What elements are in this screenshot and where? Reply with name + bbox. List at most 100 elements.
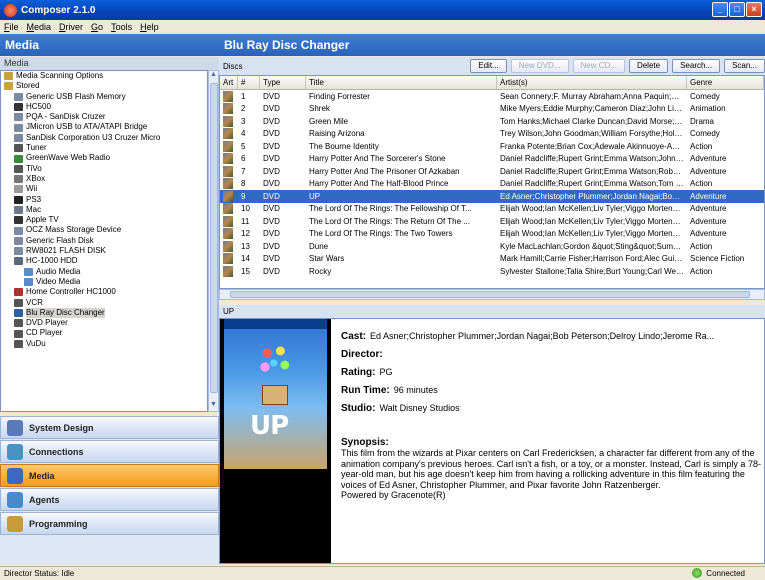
nav-connections[interactable]: Connections [0,440,219,463]
menu-go[interactable]: Go [91,22,103,32]
tree-item[interactable]: DVD Player [1,318,207,328]
tree-item[interactable]: Tuner [1,143,207,153]
tree-item[interactable]: Video Media [1,277,207,287]
minimize-button[interactable]: _ [712,2,728,17]
nav-agents[interactable]: Agents [0,488,219,511]
tree-item[interactable]: Wii [1,184,207,194]
tree-item-label: Audio Media [36,266,81,276]
table-row[interactable]: 9 DVD UP Ed Asner;Christopher Plummer;Jorda… [220,190,764,203]
art-cell [220,253,238,265]
tree-item[interactable]: CD Player [1,328,207,338]
column-header[interactable]: Art [220,76,238,89]
table-row[interactable]: 7 DVD Harry Potter And The Prisoner Of Azk… [220,165,764,178]
tree-item[interactable]: GreenWave Web Radio [1,153,207,163]
edit-button[interactable]: Edit... [470,59,507,73]
column-header[interactable]: Artist(s) [497,76,687,89]
table-row[interactable]: 15 DVD Rocky Sylvester Stallone;Talia Shire… [220,265,764,278]
tree-item[interactable]: Generic USB Flash Memory [1,92,207,102]
tree-item[interactable]: Generic Flash Disk [1,236,207,246]
tree-item[interactable]: HC-1000 HDD [1,256,207,266]
delete-button[interactable]: Delete [628,59,669,73]
table-row[interactable]: 11 DVD The Lord Of The Rings: The Return O… [220,215,764,228]
cd-icon [14,329,23,338]
table-hscrollbar[interactable] [219,289,765,300]
runtime-label: Run Time: [341,385,390,396]
tree-item[interactable]: VCR [1,298,207,308]
table-row[interactable]: 5 DVD The Bourne Identity Franka Potente;Br… [220,140,764,153]
table-row[interactable]: 1 DVD Finding Forrester Sean Connery;F. Mur… [220,90,764,103]
table-row[interactable]: 4 DVD Raising Arizona Trey Wilson;John Good… [220,128,764,141]
tree-item[interactable]: RW8021 FLASH DISK [1,246,207,256]
cover-thumbnail [223,228,233,240]
row-number: 6 [241,154,246,164]
cover-thumbnail [223,240,233,252]
scan-button[interactable]: Scan... [724,59,765,73]
row-type: DVD [263,166,280,176]
tree-item-label: Stored [16,81,40,91]
column-header[interactable]: Title [306,76,497,89]
status-bar: Director Status: Idle Connected [0,566,765,580]
tree-item[interactable]: SanDisk Corporation U3 Cruzer Micro [1,133,207,143]
hscroll-thumb[interactable] [230,291,750,298]
discs-table[interactable]: Art # Type Title Artist(s) Genre 1 DVD Finding … [219,75,765,289]
art-cell [220,153,238,165]
table-row[interactable]: 3 DVD Green Mile Tom Hanks;Michael Clarke D… [220,115,764,128]
tree-scroll-thumb[interactable] [210,83,218,393]
tree-item[interactable]: VuDu [1,339,207,349]
tree-item[interactable]: HC500 [1,102,207,112]
nav-media[interactable]: Media [0,464,219,487]
menu-driver[interactable]: Driver [59,22,83,32]
tree-item[interactable]: PQA - SanDisk Cruzer [1,112,207,122]
cover-thumbnail [223,203,233,215]
menu-help[interactable]: Help [140,22,159,32]
scroll-down-icon[interactable]: ▼ [209,401,218,411]
tree-item-label: CD Player [26,328,63,338]
menu-media[interactable]: Media [27,22,52,32]
tree-item-label: SanDisk Corporation U3 Cruzer Micro [26,132,161,142]
new-dvd-button[interactable]: New DVD... [510,59,569,73]
table-row[interactable]: 8 DVD Harry Potter And The Half-Blood Prin… [220,178,764,191]
search-button[interactable]: Search... [672,59,721,73]
cover-thumbnail [223,103,233,115]
tree-item[interactable]: JMicron USB to ATA/ATAPI Bridge [1,122,207,132]
table-row[interactable]: 13 DVD Dune Kyle MacLachlan;Gordon &quot;St… [220,240,764,253]
close-button[interactable]: × [746,2,762,17]
maximize-button[interactable]: □ [729,2,745,17]
menu-file[interactable]: File [4,22,19,32]
tree-item[interactable]: TiVo [1,164,207,174]
tree-scrollbar[interactable]: ▲ ▼ [208,70,219,412]
row-artist: Sean Connery;F. Murray Abraham;Anna Paqu… [500,91,687,101]
new-cd-button[interactable]: New CD... [572,59,625,73]
tree-item[interactable]: OCZ Mass Storage Device [1,225,207,235]
cover-thumbnail [223,265,233,277]
tree-item[interactable]: Audio Media [1,267,207,277]
tree-item[interactable]: Stored [1,81,207,91]
nav-system-design[interactable]: System Design [0,416,219,439]
window-title: Composer 2.1.0 [21,4,96,16]
menu-tools[interactable]: Tools [111,22,132,32]
column-header[interactable]: # [238,76,260,89]
table-row[interactable]: 10 DVD The Lord Of The Rings: The Fellowsh… [220,203,764,216]
tree-item[interactable]: XBox [1,174,207,184]
table-row[interactable]: 12 DVD The Lord Of The Rings: The Two Towe… [220,228,764,241]
media-tree[interactable]: Media Scanning Options Stored Generic USB … [0,70,208,412]
tree-item[interactable]: Home Controller HC1000 [1,287,207,297]
column-header[interactable]: Genre [687,76,764,89]
tree-item[interactable]: Media Scanning Options [1,71,207,81]
menu-bar: File Media Driver Go Tools Help [0,20,765,34]
tree-item[interactable]: Apple TV [1,215,207,225]
cover-thumbnail [223,90,233,102]
nav-programming[interactable]: Programming [0,512,219,535]
table-row[interactable]: 2 DVD Shrek Mike Myers;Eddie Murphy;Cameron… [220,103,764,116]
art-cell [220,203,238,215]
scroll-up-icon[interactable]: ▲ [209,71,218,81]
programming-icon [7,515,23,532]
tree-item[interactable]: Blu Ray Disc Changer [1,307,207,319]
column-header[interactable]: Type [260,76,306,89]
row-type: DVD [263,254,280,264]
tree-item[interactable]: Mac [1,205,207,215]
table-row[interactable]: 6 DVD Harry Potter And The Sorcerer's Ston… [220,153,764,166]
cover-thumbnail [223,140,233,152]
table-row[interactable]: 14 DVD Star Wars Mark Hamill;Carrie Fisher;… [220,253,764,266]
tree-item[interactable]: PS3 [1,195,207,205]
